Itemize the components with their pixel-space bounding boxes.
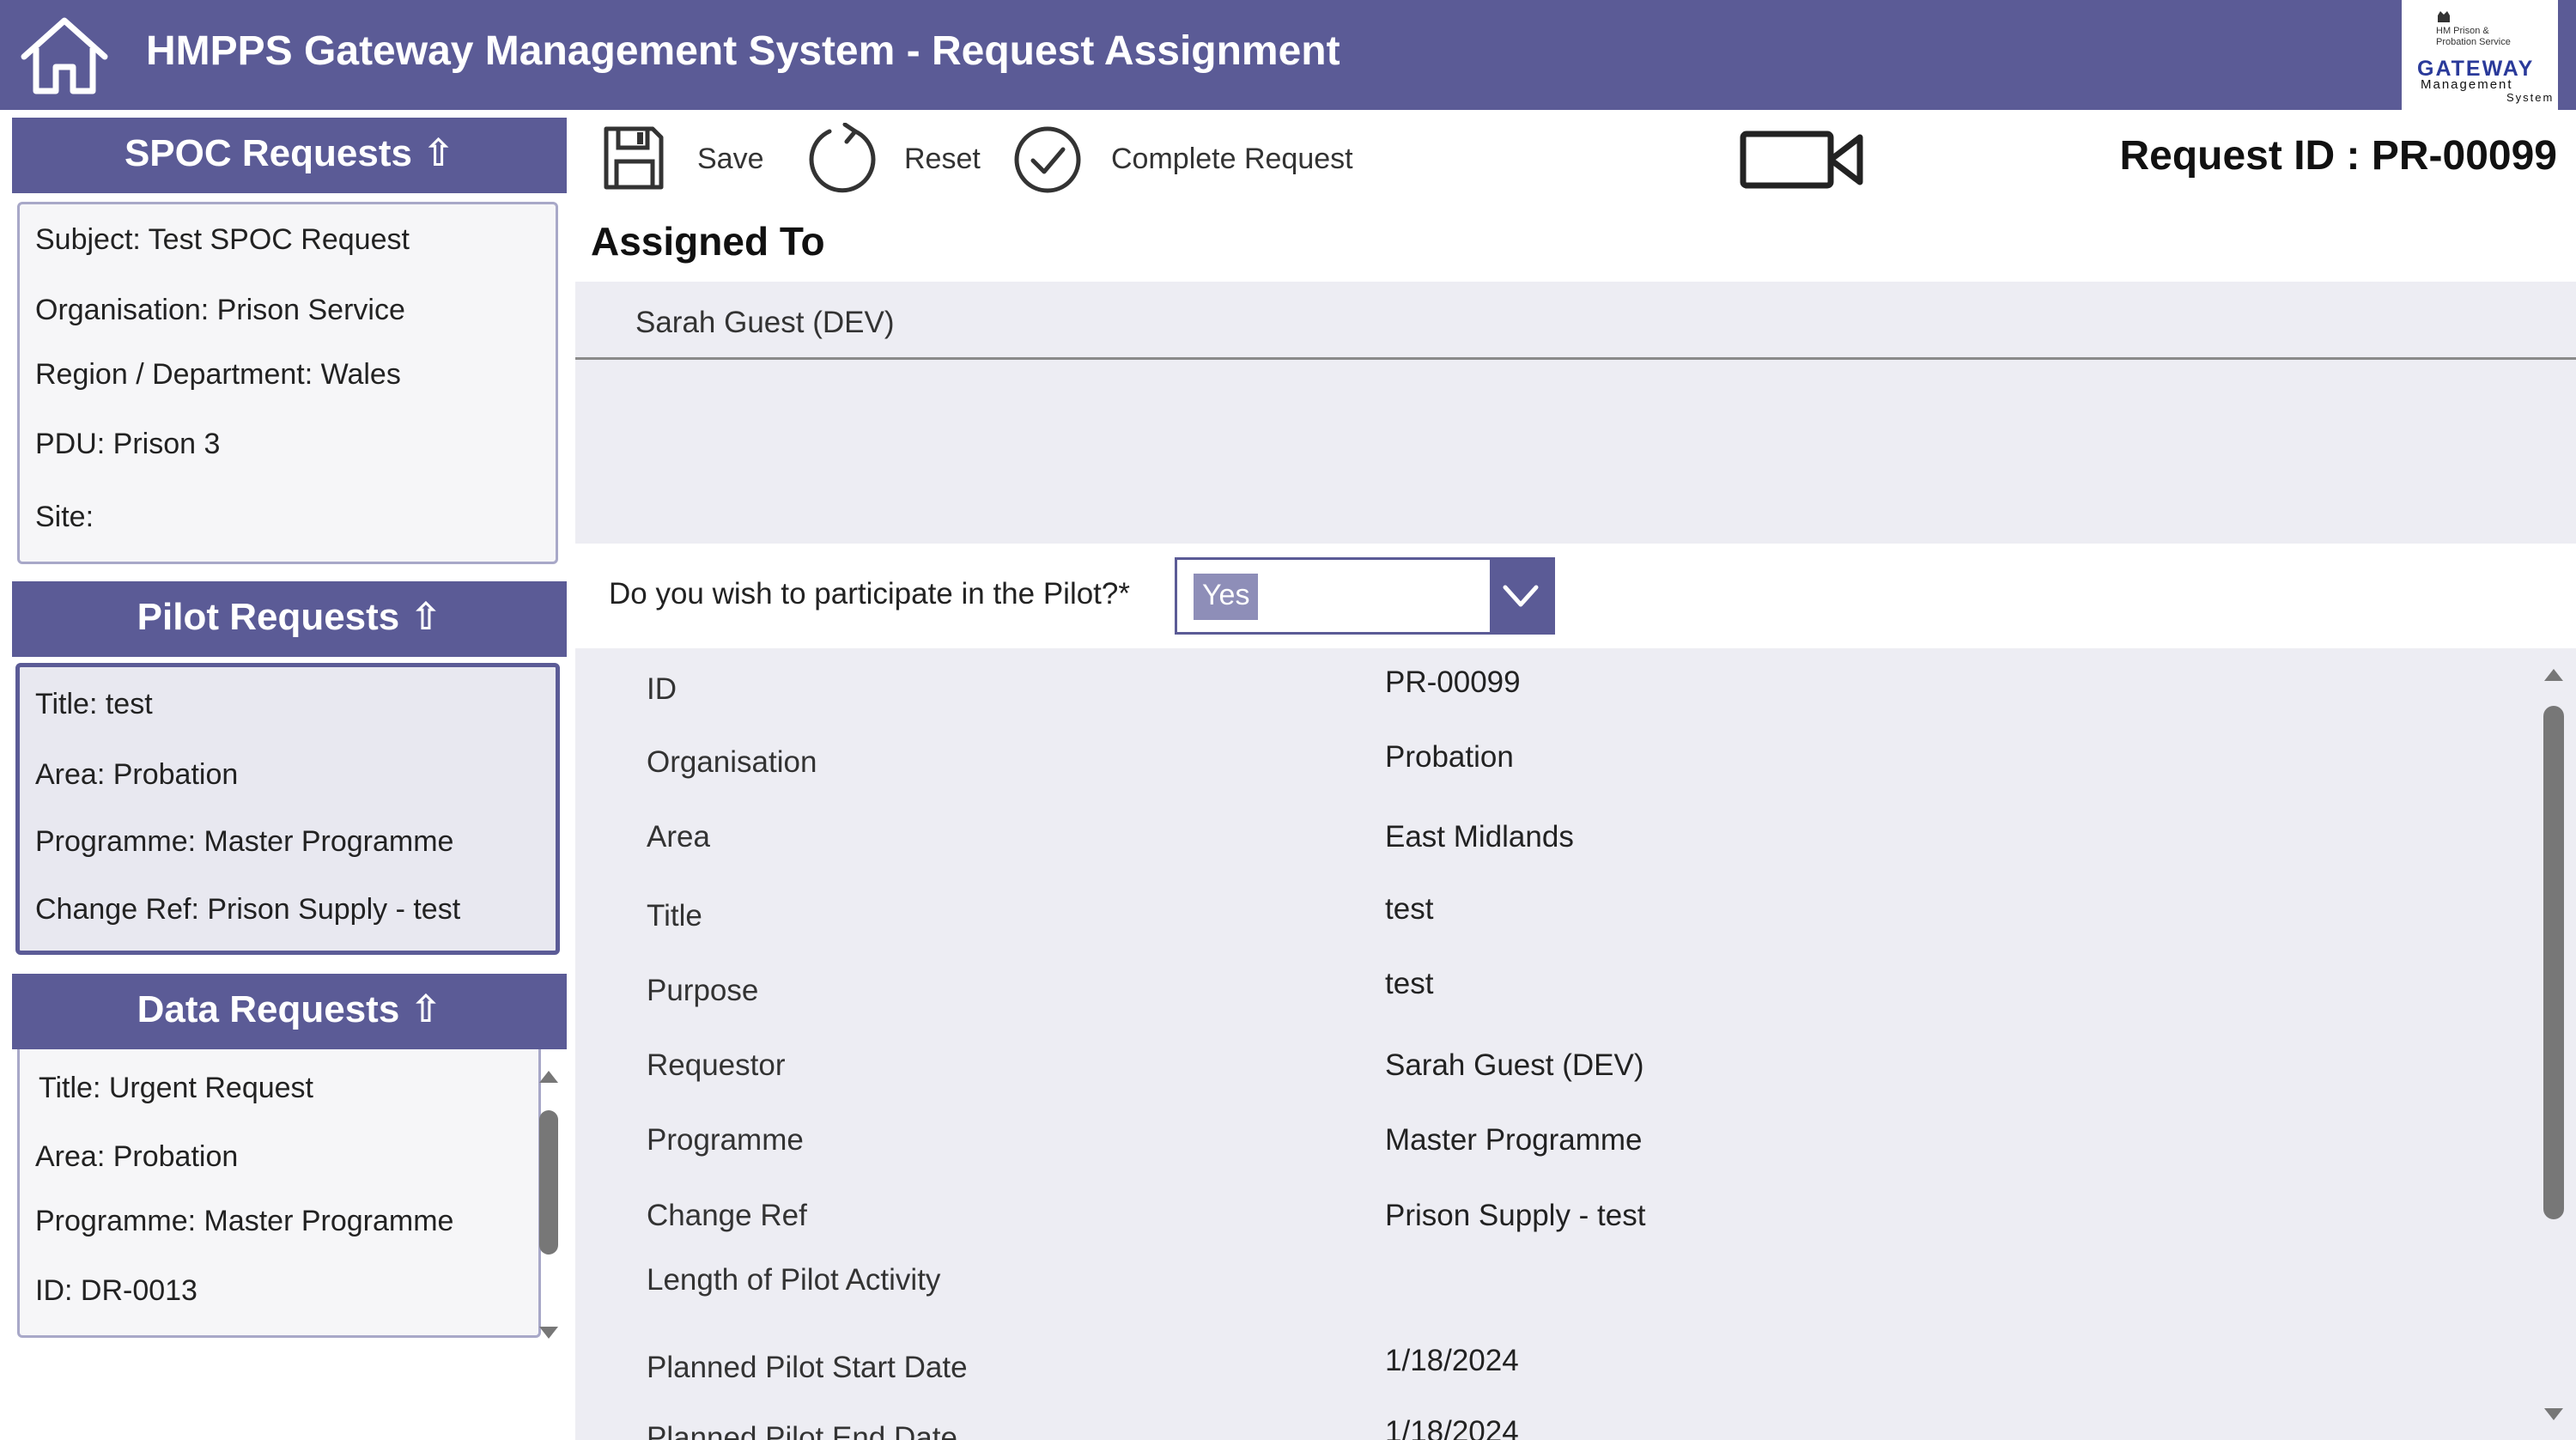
scroll-down-arrow-icon[interactable]: [538, 1325, 560, 1340]
header-edge: [2558, 0, 2576, 110]
pilot-title: Title: test: [35, 688, 153, 720]
spoc-subject: Subject: Test SPOC Request: [35, 223, 410, 256]
details-scroll-up-icon[interactable]: [2543, 667, 2565, 683]
detail-label: Length of Pilot Activity: [647, 1263, 941, 1297]
details-scrollbar[interactable]: [2543, 706, 2564, 1219]
detail-value: PR-00099: [1385, 665, 1521, 699]
spoc-site: Site:: [35, 501, 94, 533]
complete-request-button[interactable]: Complete Request: [1013, 125, 1357, 194]
spoc-region: Region / Department: Wales: [35, 358, 401, 391]
pilot-programme: Programme: Master Programme: [35, 825, 454, 858]
save-label: Save: [697, 143, 764, 175]
dropdown-selected-value: Yes: [1194, 574, 1259, 620]
reset-icon: [809, 123, 876, 193]
gateway-logo: HM Prison & Probation Service GATEWAY Ma…: [2402, 0, 2558, 110]
detail-label: Purpose: [647, 974, 759, 1007]
spoc-organisation: Organisation: Prison Service: [35, 294, 405, 326]
check-circle-icon: [1014, 126, 1081, 193]
pilot-participation-label: Do you wish to participate in the Pilot?…: [609, 577, 1130, 611]
app-header: HMPPS Gateway Management System - Reques…: [0, 0, 2576, 110]
detail-label: Programme: [647, 1123, 804, 1157]
detail-value: Master Programme: [1385, 1123, 1643, 1157]
detail-label: Title: [647, 899, 702, 933]
detail-value: Probation: [1385, 740, 1514, 774]
pilot-area: Area: Probation: [35, 758, 239, 791]
reset-label: Reset: [904, 143, 981, 175]
detail-value: 1/18/2024: [1385, 1344, 1519, 1377]
detail-label: Change Ref: [647, 1199, 807, 1232]
detail-value: test: [1385, 892, 1434, 926]
detail-value: test: [1385, 967, 1434, 1000]
spoc-request-card[interactable]: Subject: Test SPOC Request Organisation:…: [17, 202, 558, 564]
logo-org-name: HM Prison & Probation Service: [2436, 26, 2511, 47]
spoc-requests-header[interactable]: SPOC Requests ⇧: [12, 118, 567, 193]
detail-label: Organisation: [647, 745, 817, 779]
detail-label: Planned Pilot Start Date: [647, 1351, 968, 1384]
assigned-to-title: Assigned To: [591, 219, 825, 264]
details-scroll-down-icon[interactable]: [2543, 1407, 2565, 1422]
data-requests-scrollbar[interactable]: [539, 1110, 558, 1255]
detail-value: Prison Supply - test: [1385, 1199, 1646, 1232]
detail-label: Planned Pilot End Date: [647, 1421, 957, 1440]
data-id: ID: DR-0013: [35, 1274, 197, 1307]
chevron-down-icon[interactable]: [1490, 560, 1552, 632]
assignee-underline: [575, 357, 2576, 360]
pilot-requests-header[interactable]: Pilot Requests ⇧: [12, 581, 567, 657]
detail-value: East Midlands: [1385, 820, 1574, 854]
data-title: Title: Urgent Request: [39, 1072, 313, 1104]
home-icon[interactable]: [17, 12, 112, 98]
detail-label: ID: [647, 672, 677, 706]
pilot-change-ref: Change Ref: Prison Supply - test: [35, 893, 461, 926]
pilot-participation-dropdown[interactable]: Yes: [1175, 557, 1555, 635]
pilot-details-panel: ID PR-00099 Organisation Probation Area …: [575, 648, 2576, 1440]
data-request-card[interactable]: Title: Urgent Request Area: Probation Pr…: [17, 1049, 541, 1338]
logo-sub-text: Management: [2421, 77, 2513, 92]
detail-value: Sarah Guest (DEV): [1385, 1048, 1644, 1082]
data-requests-header[interactable]: Data Requests ⇧: [12, 974, 567, 1049]
save-button[interactable]: Save: [601, 125, 773, 194]
detail-label: Requestor: [647, 1048, 786, 1082]
detail-label: Area: [647, 820, 710, 854]
pilot-request-card[interactable]: Title: test Area: Probation Programme: M…: [15, 663, 560, 955]
data-area: Area: Probation: [35, 1140, 239, 1173]
app-title: HMPPS Gateway Management System - Reques…: [146, 28, 1340, 74]
crest-icon: [2438, 11, 2450, 22]
reset-button[interactable]: Reset: [807, 123, 987, 197]
save-icon: [604, 126, 664, 190]
detail-value: 1/18/2024: [1385, 1415, 1519, 1440]
request-id: Request ID : PR-00099: [2119, 133, 2557, 179]
video-camera-icon[interactable]: [1740, 129, 1865, 191]
assignee-field[interactable]: Sarah Guest (DEV): [635, 306, 895, 340]
complete-request-label: Complete Request: [1111, 143, 1353, 175]
scroll-up-arrow-icon[interactable]: [538, 1069, 560, 1085]
logo-sub-text-2: System: [2506, 91, 2555, 104]
data-programme: Programme: Master Programme: [35, 1205, 454, 1237]
spoc-pdu: PDU: Prison 3: [35, 428, 221, 460]
